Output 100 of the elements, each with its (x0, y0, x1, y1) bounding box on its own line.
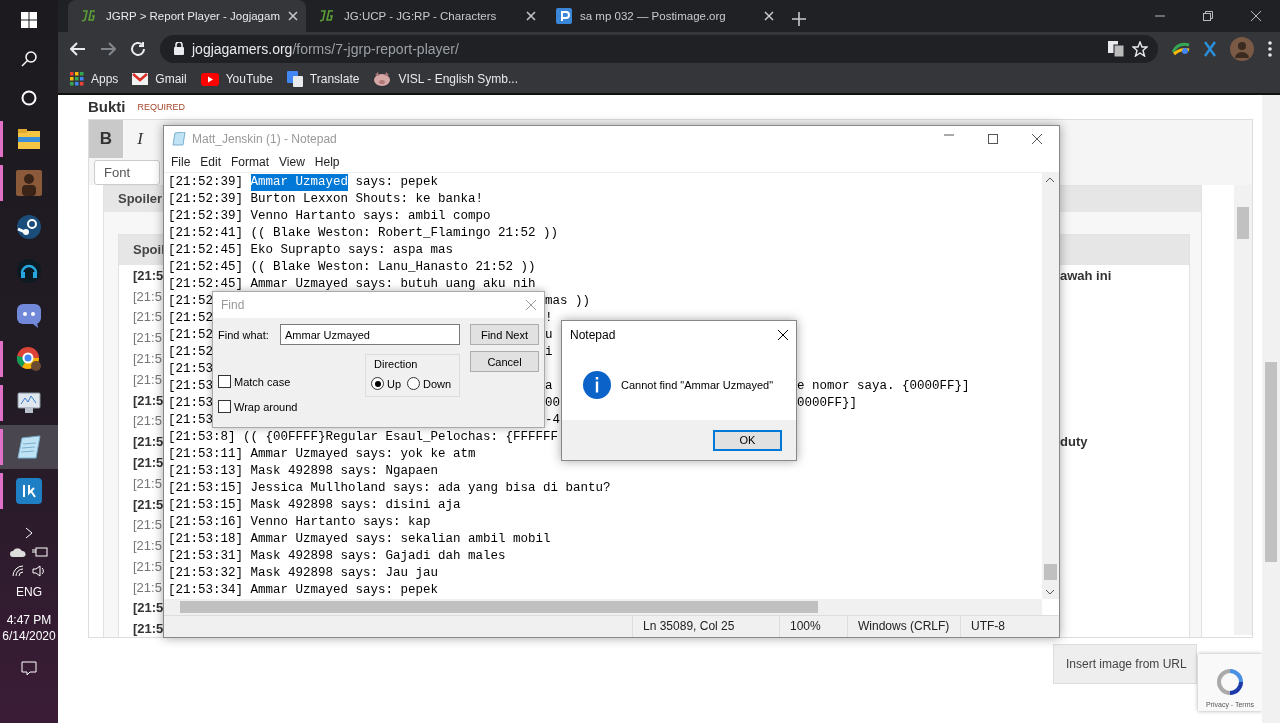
checkbox[interactable] (218, 375, 231, 388)
scroll-down-icon[interactable] (1045, 588, 1055, 595)
wifi-icon[interactable] (12, 565, 26, 577)
extension-icon[interactable] (1204, 40, 1216, 57)
log-text: [21:53:34] Ammar Uzmayed says: pepek (168, 581, 439, 599)
clock-date[interactable]: 6/14/2020 (2, 629, 56, 643)
browser-tab[interactable]: sa mp 032 — Postimage.org (544, 0, 782, 32)
app-icon[interactable] (16, 478, 42, 504)
cloud-icon[interactable] (10, 547, 26, 557)
mail-icon[interactable] (132, 73, 149, 85)
chrome-icon[interactable] (16, 346, 42, 372)
extension-icon[interactable] (1172, 41, 1190, 56)
log-text: [21:53:15] Jessica Mullholand says: ada yang bisa di bantu? (168, 479, 611, 497)
forward-icon[interactable] (100, 41, 116, 56)
log-text: [21:52:45] Ammar Uzmayed says: butuh uang aku nih (168, 275, 536, 293)
star-icon[interactable] (1132, 40, 1148, 57)
log-text: i (545, 343, 553, 361)
chat-bubble-icon[interactable] (16, 302, 42, 328)
menu-icon[interactable] (1268, 40, 1272, 57)
ok-button[interactable]: OK (713, 429, 782, 451)
bookmark[interactable]: Translate (286, 71, 360, 87)
site-logo-icon[interactable] (318, 9, 336, 23)
monitor-icon[interactable] (16, 390, 42, 416)
log-text: [21:52 (168, 292, 213, 310)
log-text: [21:5 (133, 600, 164, 616)
search-icon[interactable] (21, 50, 37, 67)
insert-image-button[interactable]: Insert image from URL (1053, 643, 1197, 684)
menu-item[interactable]: View (274, 155, 310, 170)
notification-icon[interactable] (21, 661, 37, 677)
scroll-thumb[interactable] (1237, 206, 1249, 239)
recaptcha-icon[interactable] (1216, 667, 1244, 696)
scroll-thumb[interactable] (1044, 563, 1057, 580)
maximize-icon[interactable] (988, 134, 998, 145)
status-text: 100% (779, 615, 847, 637)
apps-grid-icon[interactable] (70, 72, 84, 86)
scrollbar[interactable] (164, 598, 1042, 615)
play-icon[interactable] (200, 72, 219, 86)
folder-icon[interactable] (17, 128, 41, 150)
dialog-button[interactable]: Find Next (470, 324, 539, 345)
language-indicator[interactable]: ENG (16, 585, 42, 599)
bookmark[interactable]: YouTube (200, 72, 273, 86)
lock-icon[interactable] (174, 42, 184, 55)
new-tab-icon[interactable] (792, 12, 806, 26)
radio-option[interactable]: Down (407, 377, 452, 390)
bookmark[interactable]: Gmail (132, 72, 187, 86)
translate-icon[interactable] (1108, 40, 1124, 57)
site-logo-icon[interactable] (556, 8, 572, 24)
log-text: [21:5 (133, 538, 162, 554)
radio-button[interactable] (407, 377, 421, 390)
translate-icon[interactable] (286, 71, 303, 87)
figure-icon[interactable] (16, 170, 42, 196)
windows-icon[interactable] (21, 11, 37, 28)
site-logo-icon[interactable] (80, 9, 98, 23)
back-icon[interactable] (70, 41, 86, 56)
reload-icon[interactable] (130, 40, 146, 57)
info-icon[interactable] (583, 370, 611, 399)
address-bar[interactable]: jogjagamers.org/forms/7-jgrp-report-player/ (160, 34, 1158, 63)
scroll-up-icon[interactable] (1045, 176, 1055, 183)
battery-icon[interactable] (32, 547, 48, 557)
spoiler-title[interactable]: Spoiler (118, 191, 163, 207)
checkbox-option[interactable]: Wrap around (218, 400, 298, 413)
scroll-thumb[interactable] (1265, 362, 1277, 562)
clock-time[interactable]: 4:47 PM (6, 613, 52, 627)
font-select[interactable]: Font (94, 159, 160, 185)
radio-option[interactable]: Up (371, 377, 402, 390)
browser-tab[interactable]: JG:UCP - JG:RP - Characters (306, 0, 544, 32)
scrollbar[interactable] (1262, 95, 1280, 723)
dialog-button[interactable]: Cancel (470, 351, 539, 372)
notepad-icon[interactable] (16, 434, 42, 460)
close-icon[interactable] (778, 330, 788, 340)
bookmark[interactable]: Apps (70, 72, 119, 86)
radio-button[interactable] (371, 377, 384, 390)
status-text: Ln 35089, Col 25 (632, 615, 779, 637)
bookmark[interactable]: VISL - English Symb... (373, 71, 519, 87)
pig-icon[interactable] (373, 71, 392, 87)
find-field[interactable]: Ammar Uzmayed (280, 324, 460, 345)
format-button[interactable]: B (89, 119, 123, 158)
checkbox[interactable] (218, 400, 231, 413)
restore-icon[interactable] (1203, 11, 1213, 21)
scrollbar[interactable] (1234, 184, 1252, 636)
log-text: [21:53:15] Mask 492898 says: disini aja (168, 496, 461, 514)
browser-tab[interactable]: JGRP > Report Player - Jogjagam (68, 0, 306, 32)
scroll-thumb[interactable] (180, 600, 818, 613)
volume-icon[interactable] (32, 565, 46, 577)
log-text: [21:5 (133, 413, 162, 429)
menu-item[interactable]: File (166, 155, 196, 170)
field-label: Bukti (88, 98, 126, 116)
close-icon[interactable] (1032, 134, 1042, 145)
steam-icon[interactable] (16, 214, 42, 240)
menu-item[interactable]: Format (226, 155, 275, 170)
circle-icon[interactable] (21, 89, 37, 106)
headset-icon[interactable] (16, 258, 42, 284)
checkbox-option[interactable]: Match case (218, 375, 298, 388)
scrollbar[interactable] (1042, 172, 1059, 599)
log-text: [21:53 (168, 394, 213, 412)
menu-item[interactable]: Edit (195, 155, 227, 170)
log-text: [21:5 (133, 475, 162, 491)
chevron-icon[interactable] (25, 527, 33, 539)
close-icon[interactable] (1251, 11, 1261, 21)
menu-item[interactable]: Help (309, 155, 345, 170)
